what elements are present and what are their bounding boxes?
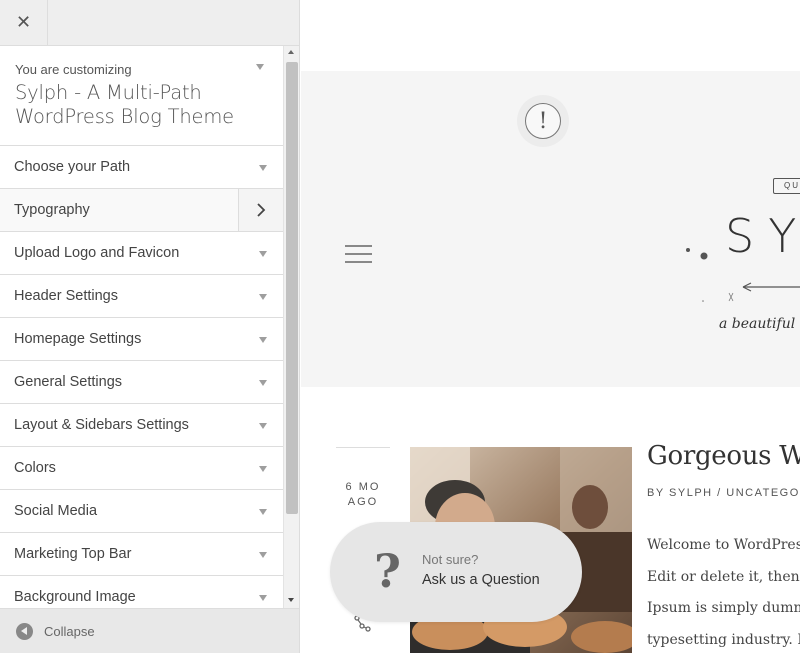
post-date-line-1: 6 MO xyxy=(345,481,381,493)
help-prompt-text: Not sure? xyxy=(422,552,479,567)
expand-arrow-icon xyxy=(259,595,267,601)
section-label: Choose your Path xyxy=(14,159,131,175)
site-preview: ! QU SY a beautiful bl 6 MO AGO xyxy=(301,0,800,653)
section-label: Upload Logo and Favicon xyxy=(14,245,180,261)
info-expand-icon[interactable] xyxy=(256,64,264,70)
expand-arrow-icon xyxy=(259,423,267,429)
sidebar-scrollbar[interactable] xyxy=(283,46,299,608)
section-label: Social Media xyxy=(14,503,98,519)
logo-ornament-icon xyxy=(686,248,800,302)
post-title[interactable]: Gorgeous Wo xyxy=(647,441,800,471)
post-excerpt-line: Edit or delete it, then xyxy=(647,568,800,585)
post-meta: BY SYLPH / UNCATEGO xyxy=(647,487,800,499)
collapse-label: Collapse xyxy=(44,623,95,639)
expand-arrow-icon xyxy=(259,552,267,558)
section-label: Marketing Top Bar xyxy=(14,546,132,562)
collapse-arrow-icon xyxy=(16,622,33,640)
scroll-down-arrow-icon[interactable] xyxy=(288,598,294,602)
ask-question-link[interactable]: Ask us a Question xyxy=(422,572,540,588)
customizer-panel-list: You are customizing Sylph - A Multi-Path… xyxy=(0,46,299,608)
scroll-thumb[interactable] xyxy=(286,62,298,514)
section-label: Layout & Sidebars Settings xyxy=(14,417,189,433)
expand-arrow-icon xyxy=(259,509,267,515)
post-date: 6 MO AGO xyxy=(336,480,390,510)
theme-title-line-1: Sylph - A Multi-Path xyxy=(15,81,202,104)
section-header-settings[interactable]: Header Settings xyxy=(0,275,283,318)
customizer-sidebar: ✕ You are customizing Sylph - A Multi-Pa… xyxy=(0,0,300,653)
section-background-image[interactable]: Background Image xyxy=(0,576,283,608)
section-label: General Settings xyxy=(14,374,123,390)
section-choose-your-path[interactable]: Choose your Path xyxy=(0,146,283,189)
site-tagline: a beautiful bl xyxy=(719,316,800,332)
expand-arrow-icon xyxy=(259,165,267,171)
help-question-bubble[interactable]: ? Not sure? Ask us a Question xyxy=(330,522,582,622)
section-typography[interactable]: Typography xyxy=(0,189,283,232)
post-excerpt-line: Welcome to WordPress xyxy=(647,537,800,553)
site-header: ! QU SY a beautiful bl xyxy=(301,71,800,387)
expand-arrow-icon xyxy=(259,337,267,343)
close-icon: ✕ xyxy=(15,12,32,33)
section-colors[interactable]: Colors xyxy=(0,447,283,490)
section-general-settings[interactable]: General Settings xyxy=(0,361,283,404)
collapse-button[interactable]: Collapse xyxy=(0,608,299,653)
theme-title: Sylph - A Multi-Path WordPress Blog Them… xyxy=(15,81,286,129)
expand-arrow-icon xyxy=(259,294,267,300)
section-label: Background Image xyxy=(14,589,136,605)
section-label: Colors xyxy=(14,460,56,476)
section-social-media[interactable]: Social Media xyxy=(0,490,283,533)
section-label: Typography xyxy=(14,202,90,218)
question-mark-icon: ? xyxy=(374,544,401,598)
post-excerpt-line: typesetting industry. Lor xyxy=(647,631,800,648)
customizer-header: ✕ xyxy=(0,0,299,46)
expand-arrow-icon xyxy=(259,466,267,472)
post-excerpt: Welcome to WordPress Edit or delete it, … xyxy=(647,530,800,653)
customizing-label: You are customizing xyxy=(15,62,132,77)
logo-badge: QU xyxy=(773,178,800,194)
expand-arrow-icon xyxy=(259,251,267,257)
post-excerpt-line: Ipsum is simply dummy xyxy=(647,600,800,616)
section-marketing-top-bar[interactable]: Marketing Top Bar xyxy=(0,533,283,576)
chevron-right-icon[interactable] xyxy=(238,189,283,231)
section-label: Header Settings xyxy=(14,288,118,304)
theme-title-line-2: WordPress Blog Theme xyxy=(15,105,234,128)
section-layout-sidebars[interactable]: Layout & Sidebars Settings xyxy=(0,404,283,447)
post-date-line-2: AGO xyxy=(347,496,379,508)
scroll-up-arrow-icon[interactable] xyxy=(288,50,294,54)
section-label: Homepage Settings xyxy=(14,331,142,347)
exclamation-icon: ! xyxy=(525,103,561,139)
close-customizer-button[interactable]: ✕ xyxy=(0,0,48,45)
customizer-info[interactable]: You are customizing Sylph - A Multi-Path… xyxy=(0,46,299,146)
section-homepage-settings[interactable]: Homepage Settings xyxy=(0,318,283,361)
menu-hamburger-icon[interactable] xyxy=(345,245,372,263)
section-upload-logo-favicon[interactable]: Upload Logo and Favicon xyxy=(0,232,283,275)
expand-arrow-icon xyxy=(259,380,267,386)
alert-icon[interactable]: ! xyxy=(517,95,569,147)
date-divider xyxy=(336,447,390,448)
